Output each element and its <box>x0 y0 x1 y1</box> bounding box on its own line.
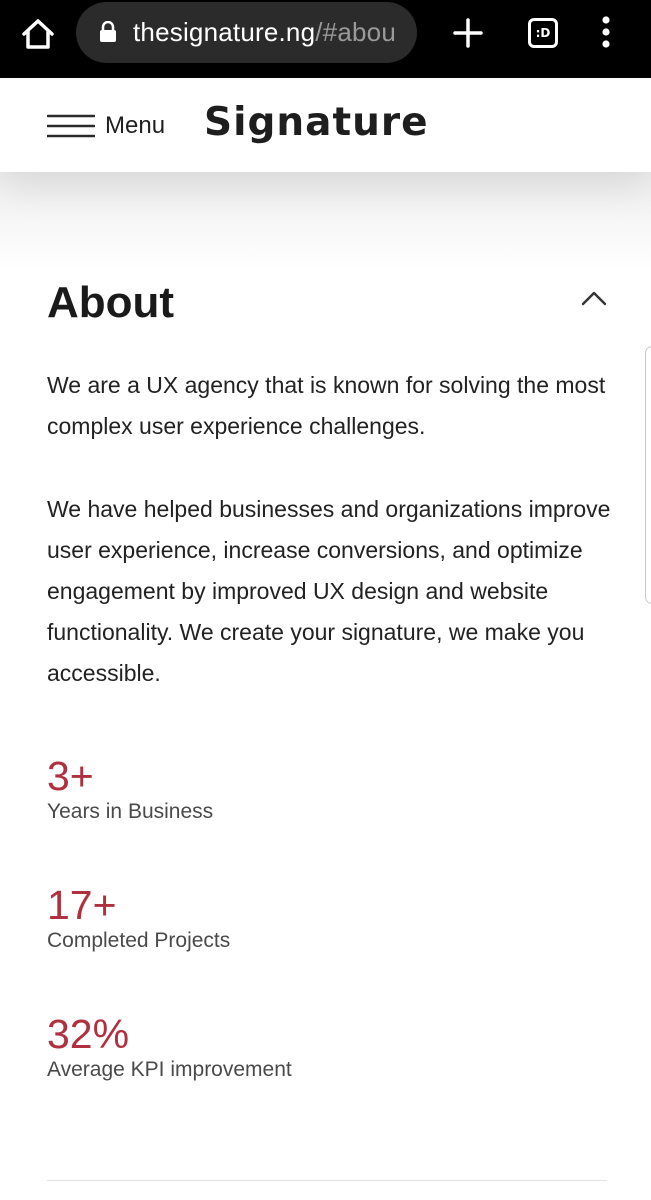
section-divider <box>47 1180 607 1181</box>
stat-label: Years in Business <box>47 800 214 823</box>
hamburger-icon <box>47 114 95 138</box>
plus-icon[interactable] <box>452 17 484 49</box>
stat-years: 3+ Years in Business <box>47 754 213 824</box>
address-bar[interactable]: thesignature.ng/#abou <box>76 2 417 63</box>
site-header: Menu Signature <box>0 78 651 172</box>
url-path: /#abou <box>315 17 396 47</box>
stat-value: 32% <box>47 1011 130 1057</box>
header-shadow <box>0 172 651 272</box>
stat-label: Average KPI improvement <box>47 1058 292 1081</box>
url-host: thesignature.ng <box>133 17 316 47</box>
tabs-icon[interactable]: :D <box>528 18 558 48</box>
about-title: About <box>47 278 175 327</box>
home-icon[interactable] <box>20 16 56 52</box>
about-detail-paragraph: We have helped businesses and organizati… <box>47 496 611 686</box>
lock-icon <box>99 20 117 43</box>
site-logo[interactable]: Signature <box>204 100 429 145</box>
stat-kpi: 32% Average KPI improvement <box>47 1012 292 1082</box>
scroll-handle[interactable] <box>645 346 651 604</box>
about-intro-paragraph: We are a UX agency that is known for sol… <box>47 372 606 439</box>
more-vert-icon[interactable] <box>598 15 614 51</box>
url-text: thesignature.ng/#abou <box>133 17 396 48</box>
browser-toolbar: thesignature.ng/#abou :D <box>0 0 651 78</box>
chevron-up-icon[interactable] <box>578 286 610 312</box>
stat-label: Completed Projects <box>47 929 231 952</box>
stat-projects: 17+ Completed Projects <box>47 883 230 953</box>
stat-value: 3+ <box>47 753 94 799</box>
menu-button[interactable]: Menu <box>47 109 165 143</box>
stat-value: 17+ <box>47 882 117 928</box>
menu-label: Menu <box>105 112 166 139</box>
